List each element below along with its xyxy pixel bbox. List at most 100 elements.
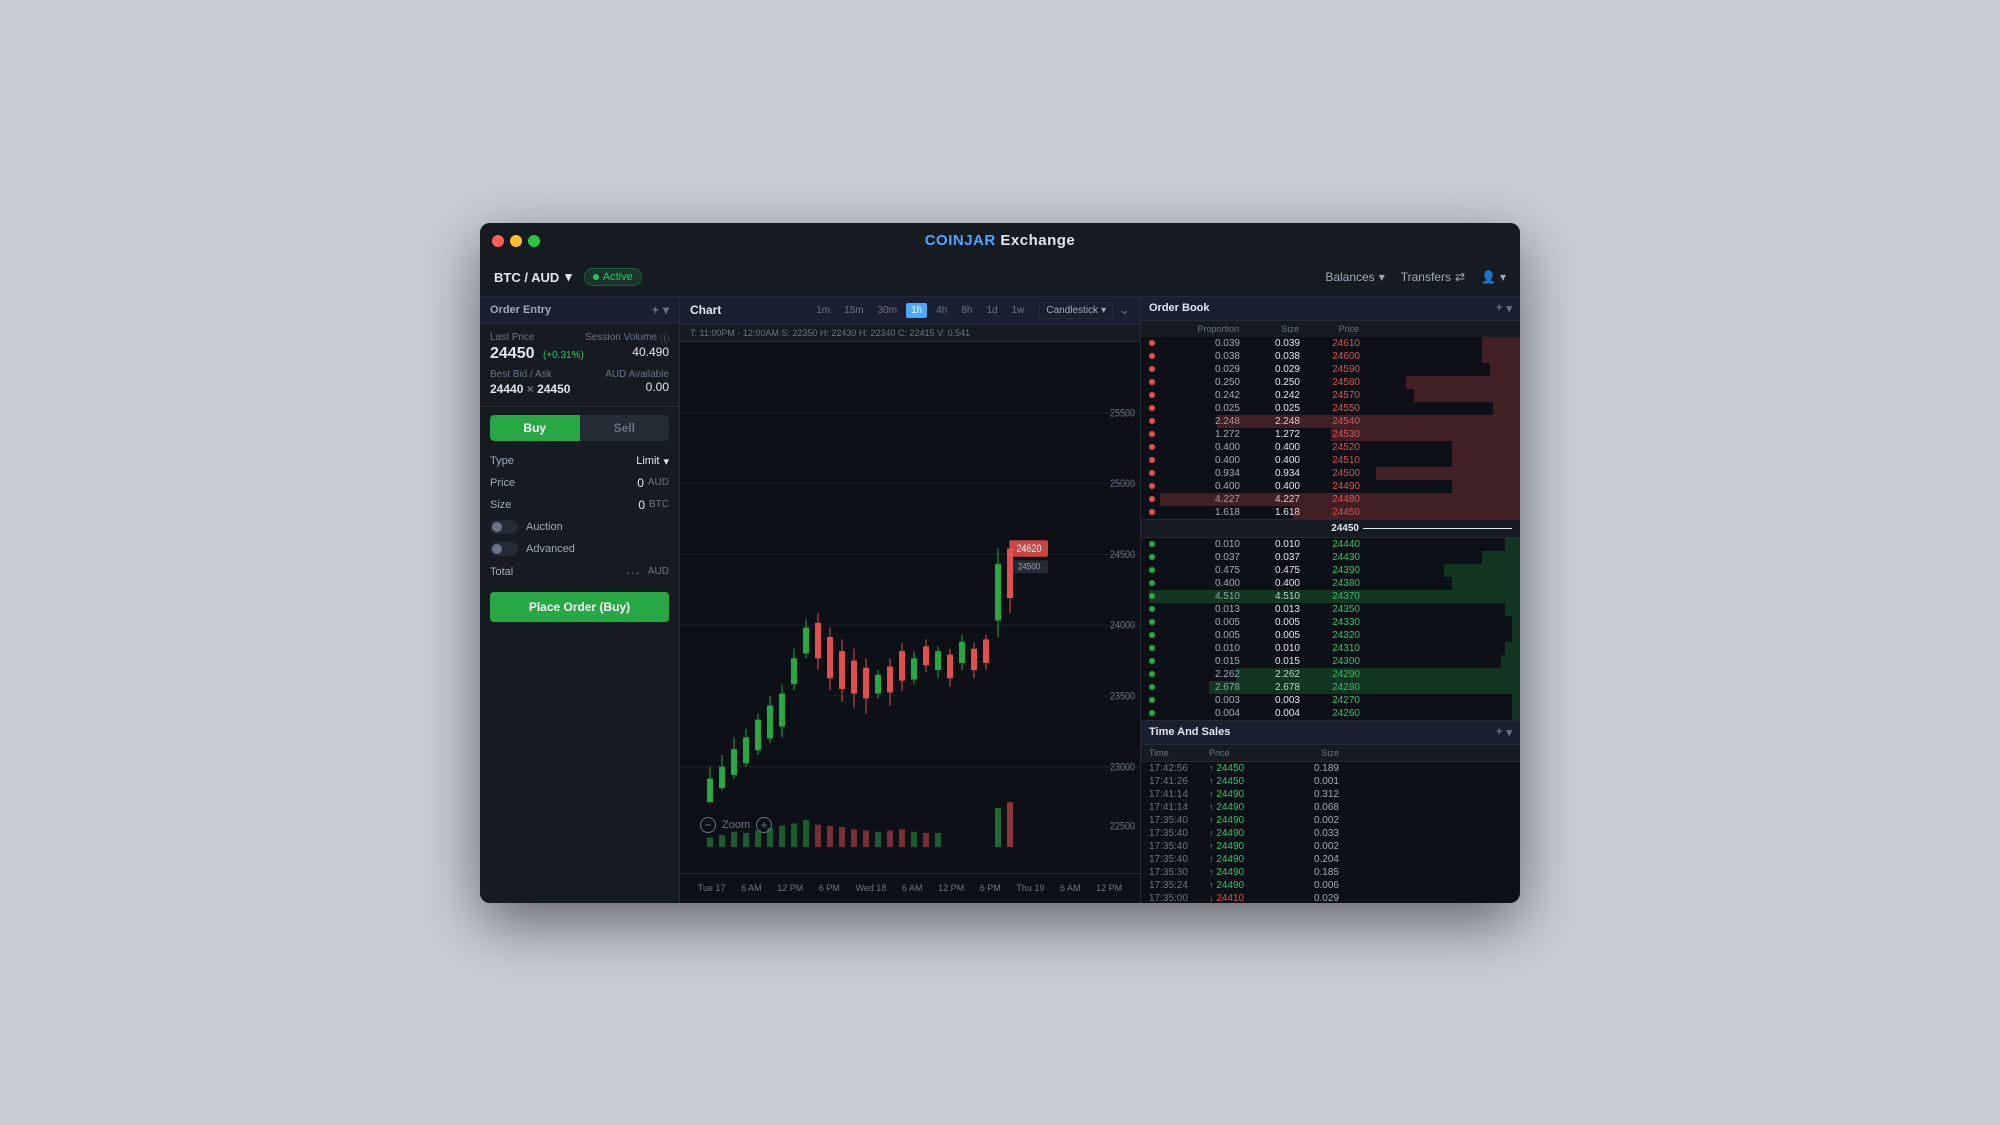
ts-trade-row: 17:42:56 ↑ 24450 0.189	[1141, 762, 1520, 775]
ob-bid-row[interactable]: 4.510 4.510 24370	[1141, 590, 1520, 603]
ob-ask-row[interactable]: 0.025 0.025 24550	[1141, 402, 1520, 415]
chart-expand-icon[interactable]: ⌄	[1119, 302, 1130, 318]
ob-ask-row[interactable]: 0.400 0.400 24520	[1141, 441, 1520, 454]
ob-ask-row[interactable]: 0.934 0.934 24500	[1141, 467, 1520, 480]
ob-ask-proportion: 0.039	[1155, 338, 1240, 349]
total-dots[interactable]: ···	[626, 564, 640, 580]
time-label-3: 6 PM	[819, 883, 840, 893]
advanced-label: Advanced	[526, 543, 575, 555]
ob-ask-row[interactable]: 0.400 0.400 24510	[1141, 454, 1520, 467]
ob-ask-row[interactable]: 0.250 0.250 24580	[1141, 376, 1520, 389]
ts-trade-row: 17:41:26 ↑ 24450 0.001	[1141, 775, 1520, 788]
ob-ask-size: 0.400	[1240, 442, 1300, 453]
ob-ask-row[interactable]: 0.038 0.038 24600	[1141, 350, 1520, 363]
ts-direction-icon: ↑	[1209, 867, 1214, 877]
auction-row: Auction	[490, 520, 669, 534]
sell-button[interactable]: Sell	[580, 415, 670, 441]
ob-bid-row[interactable]: 0.013 0.013 24350	[1141, 603, 1520, 616]
transfers-button[interactable]: Transfers ⇄	[1401, 270, 1465, 284]
order-entry-chevron-icon[interactable]: ▾	[663, 303, 669, 317]
ob-bid-row[interactable]: 0.010 0.010 24310	[1141, 642, 1520, 655]
app-title-exchange: Exchange	[1000, 232, 1075, 249]
type-select[interactable]: Limit ▾	[636, 455, 669, 468]
ts-add-icon[interactable]: +	[1496, 726, 1502, 738]
ob-ask-row[interactable]: 0.242 0.242 24570	[1141, 389, 1520, 402]
ob-ask-row[interactable]: 2.248 2.248 24540	[1141, 415, 1520, 428]
transfers-icon: ⇄	[1455, 270, 1465, 284]
ob-bid-proportion: 0.015	[1155, 656, 1240, 667]
tab-15m[interactable]: 15m	[839, 303, 868, 318]
order-entry-add-icon[interactable]: +	[652, 303, 659, 317]
tab-1w[interactable]: 1w	[1007, 303, 1030, 318]
ob-bid-row[interactable]: 2.678 2.678 24280	[1141, 681, 1520, 694]
maximize-button[interactable]	[528, 235, 540, 247]
ob-ask-row[interactable]: 4.227 4.227 24480	[1141, 493, 1520, 506]
ts-trade-row: 17:35:40 ↑ 24490 0.002	[1141, 814, 1520, 827]
tab-1m[interactable]: 1m	[811, 303, 835, 318]
tab-30m[interactable]: 30m	[873, 303, 902, 318]
auction-label: Auction	[526, 521, 563, 533]
tab-1d[interactable]: 1d	[981, 303, 1002, 318]
price-input[interactable]	[584, 476, 644, 490]
ob-ask-row[interactable]: 0.400 0.400 24490	[1141, 480, 1520, 493]
ob-ask-proportion: 0.400	[1155, 442, 1240, 453]
zoom-out-button[interactable]: −	[700, 817, 716, 833]
ob-ask-row[interactable]: 1.272 1.272 24530	[1141, 428, 1520, 441]
ts-chevron-icon[interactable]: ▾	[1506, 726, 1512, 739]
col-size: Size	[1239, 324, 1299, 334]
zoom-in-button[interactable]: +	[756, 817, 772, 833]
ob-bid-row[interactable]: 0.010 0.010 24440	[1141, 538, 1520, 551]
ob-ask-row[interactable]: 1.618 1.618 24450	[1141, 506, 1520, 519]
chart-type-selector[interactable]: Candlestick ▾	[1039, 302, 1113, 319]
ts-size: 0.312	[1289, 789, 1339, 800]
ob-bid-row[interactable]: 0.005 0.005 24320	[1141, 629, 1520, 642]
time-label-2: 12 PM	[777, 883, 803, 893]
tab-8h[interactable]: 8h	[956, 303, 977, 318]
ob-bid-row[interactable]: 0.003 0.003 24270	[1141, 694, 1520, 707]
ts-direction-icon: ↑	[1209, 841, 1214, 851]
ob-bid-size: 0.004	[1240, 708, 1300, 719]
ob-ask-row[interactable]: 0.029 0.029 24590	[1141, 363, 1520, 376]
ob-bid-price: 24270	[1300, 695, 1360, 706]
advanced-toggle[interactable]	[490, 542, 518, 556]
ts-price-value: 24410	[1216, 893, 1244, 903]
ob-bid-row[interactable]: 0.015 0.015 24300	[1141, 655, 1520, 668]
order-book-add-icon[interactable]: +	[1496, 302, 1502, 314]
buy-button[interactable]: Buy	[490, 415, 580, 441]
minimize-button[interactable]	[510, 235, 522, 247]
right-panels: Order Book + ▾ Proportion Size Price 0.0…	[1140, 297, 1520, 903]
ob-bid-row[interactable]: 0.005 0.005 24330	[1141, 616, 1520, 629]
account-button[interactable]: 👤 ▾	[1481, 270, 1506, 284]
ob-bid-price: 24440	[1300, 539, 1360, 550]
size-row: Size BTC	[490, 498, 669, 512]
balances-button[interactable]: Balances ▾	[1325, 270, 1384, 284]
ob-bid-row[interactable]: 0.400 0.400 24380	[1141, 577, 1520, 590]
ob-bid-row[interactable]: 2.262 2.262 24290	[1141, 668, 1520, 681]
tab-4h[interactable]: 4h	[931, 303, 952, 318]
auction-toggle[interactable]	[490, 520, 518, 534]
ts-price: ↑ 24490	[1209, 854, 1289, 865]
ob-ask-bar	[1293, 506, 1520, 519]
close-button[interactable]	[492, 235, 504, 247]
place-order-button[interactable]: Place Order (Buy)	[490, 592, 669, 622]
ob-bid-row[interactable]: 0.004 0.004 24260	[1141, 707, 1520, 720]
ob-bid-size: 0.475	[1240, 565, 1300, 576]
col-proportion: Proportion	[1149, 324, 1239, 334]
size-input[interactable]	[585, 498, 645, 512]
ob-bid-row[interactable]: 0.475 0.475 24390	[1141, 564, 1520, 577]
ob-ask-bar	[1452, 480, 1520, 493]
order-book-chevron-icon[interactable]: ▾	[1506, 302, 1512, 315]
order-book-title: Order Book	[1149, 302, 1496, 314]
last-price-label: Last Price	[490, 332, 584, 343]
ob-ask-bar	[1482, 350, 1520, 363]
ts-price-value: 24490	[1216, 841, 1244, 852]
ts-price: ↑ 24490	[1209, 815, 1289, 826]
ob-col-headers: Proportion Size Price	[1141, 321, 1520, 337]
ts-direction-icon: ↑	[1209, 880, 1214, 890]
ob-bid-row[interactable]: 0.037 0.037 24430	[1141, 551, 1520, 564]
tab-1h[interactable]: 1h	[906, 303, 927, 318]
pair-selector[interactable]: BTC / AUD ▾	[494, 269, 572, 285]
svg-text:23500: 23500	[1110, 690, 1135, 702]
ob-bid-price: 24380	[1300, 578, 1360, 589]
ob-ask-row[interactable]: 0.039 0.039 24610	[1141, 337, 1520, 350]
